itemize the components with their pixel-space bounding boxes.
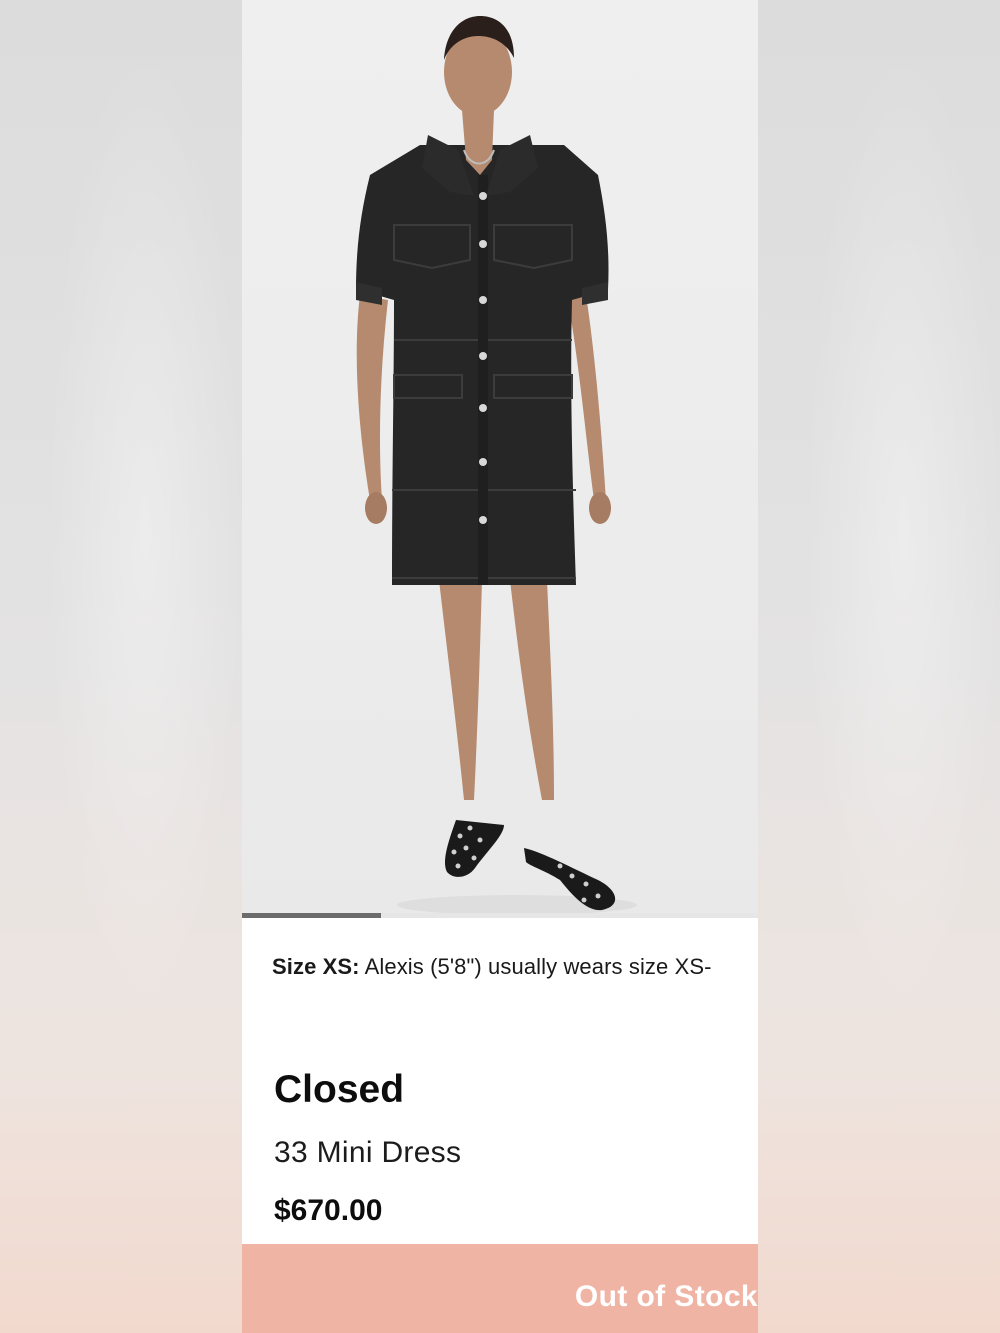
product-name: 33 Mini Dress: [274, 1136, 462, 1169]
model-illustration: [356, 16, 637, 915]
product-price: $670.00: [274, 1194, 383, 1227]
blurred-backdrop-left: [0, 0, 242, 1333]
carousel-progress-fill: [242, 913, 382, 918]
product-image[interactable]: [242, 0, 758, 918]
stock-status-label: Out of Stock: [574, 1280, 758, 1313]
blurred-backdrop-right: [758, 0, 1000, 1333]
fit-note-text: Alexis (5'8") usually wears size XS-: [364, 954, 712, 979]
brand-name[interactable]: Closed: [274, 1068, 404, 1112]
fit-note-label: Size XS:: [272, 954, 360, 979]
fit-note: Size XS: Alexis (5'8") usually wears siz…: [272, 954, 712, 980]
out-of-stock-button[interactable]: Out of Stock: [242, 1244, 758, 1333]
product-screen: Size XS: Alexis (5'8") usually wears siz…: [242, 0, 758, 1333]
image-carousel-progress[interactable]: [242, 913, 758, 918]
